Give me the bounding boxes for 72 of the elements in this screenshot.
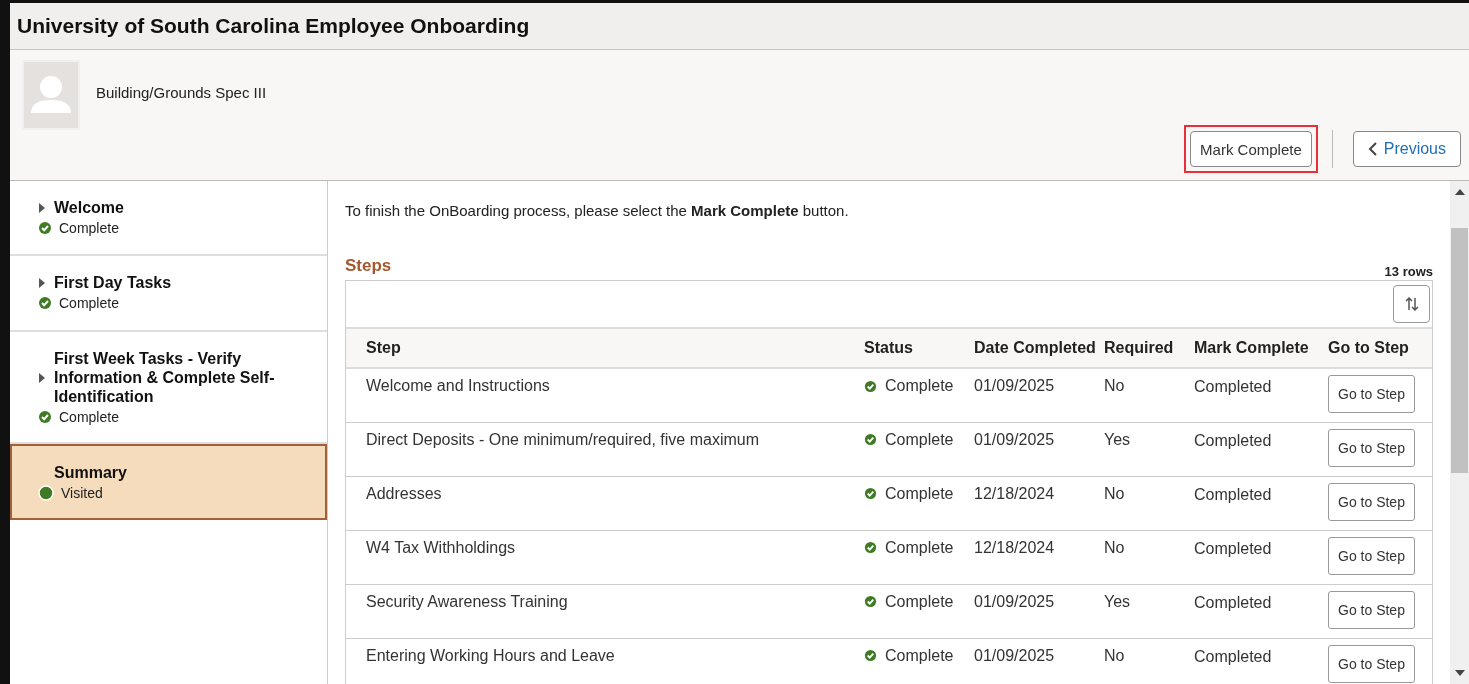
go-to-step-button[interactable]: Go to Step (1328, 536, 1415, 575)
check-circle-icon (864, 379, 877, 393)
sidebar-item-label: First Day Tasks (54, 273, 172, 292)
date-text: 01/09/2025 (974, 377, 1055, 394)
date-text: 01/09/2025 (974, 646, 1055, 664)
column-header: Required (1104, 339, 1174, 356)
step-name: Welcome and Instructions (366, 377, 550, 394)
date-text: 01/09/2025 (974, 592, 1055, 610)
date-text: 12/18/2024 (974, 484, 1055, 502)
required-text: No (1104, 538, 1125, 556)
sidebar-item[interactable]: Welcome Complete (10, 181, 327, 256)
status-text: Complete (885, 538, 954, 557)
required-text: No (1104, 646, 1125, 664)
status-text: Complete (885, 484, 954, 503)
go-to-step-button[interactable]: Go to Step (1328, 590, 1415, 629)
go-to-step-button[interactable]: Go to Step (1328, 428, 1415, 467)
scroll-up-icon[interactable] (1454, 189, 1465, 195)
step-name: Security Awareness Training (366, 592, 568, 610)
go-to-step-button[interactable]: Go to Step (1328, 644, 1415, 683)
sidebar-item-label: First Week Tasks - Verify Information & Complete Self-Identification (54, 349, 276, 406)
column-header: Step (366, 339, 401, 356)
go-to-step-button[interactable]: Go to Step (1328, 375, 1415, 413)
scrollbar[interactable] (1450, 181, 1469, 684)
mark-complete-text: Completed (1194, 593, 1272, 611)
sidebar-item-label: Summary (54, 463, 127, 482)
mark-complete-text: Completed (1194, 539, 1272, 557)
status-text: Complete (59, 409, 119, 425)
job-title: Building/Grounds Spec III (96, 84, 267, 101)
required-text: Yes (1104, 430, 1131, 448)
mark-complete-text: Completed (1194, 485, 1272, 503)
date-text: 01/09/2025 (974, 430, 1055, 448)
status-text: Complete (885, 592, 954, 611)
mark-complete-text: Completed (1194, 431, 1272, 449)
instruction-text: To finish the OnBoarding process, please select the Mark Complete button. (345, 202, 850, 219)
status-text: Complete (59, 220, 119, 236)
step-name: Addresses (366, 484, 442, 502)
step-name: W4 Tax Withholdings (366, 538, 516, 556)
status-text: Complete (59, 295, 119, 311)
check-circle-icon (864, 649, 877, 662)
go-to-step-button[interactable]: Go to Step (1328, 482, 1415, 521)
check-circle-icon (864, 487, 877, 500)
avatar-icon (22, 60, 80, 130)
step-name: Entering Working Hours and Leave (366, 646, 615, 664)
check-circle-icon (864, 595, 877, 608)
status-text: Complete (885, 646, 954, 665)
status-text: Complete (885, 430, 954, 449)
column-header: Date Completed (974, 339, 1096, 356)
scroll-down-icon[interactable] (1454, 670, 1465, 676)
date-text: 12/18/2024 (974, 538, 1055, 556)
step-name: Direct Deposits - One minimum/required, five maximum (366, 430, 759, 448)
sidebar-item-label: Welcome (54, 198, 124, 217)
required-text: No (1104, 484, 1125, 502)
column-header: Go to Step (1328, 339, 1409, 356)
check-circle-icon (864, 541, 877, 554)
column-header: Status (864, 339, 913, 356)
check-circle-icon (864, 433, 877, 446)
mark-complete-button[interactable]: Mark Complete (1190, 131, 1312, 167)
window-title: University of South Carolina Employee Onboarding (17, 14, 530, 38)
required-text: Yes (1104, 592, 1131, 610)
section-title: Steps (345, 256, 392, 276)
column-header: Mark Complete (1194, 339, 1309, 356)
row-count: 13 rows (1384, 264, 1433, 279)
status-text: Complete (885, 377, 954, 395)
mark-complete-text: Completed (1194, 378, 1272, 395)
chevron-left-icon (1367, 141, 1378, 157)
previous-button[interactable]: Previous (1352, 131, 1461, 167)
required-text: No (1104, 377, 1125, 394)
sidebar-item[interactable]: Summary Visited (10, 444, 327, 520)
sidebar-item[interactable]: First Day Tasks Complete (10, 256, 327, 332)
mark-complete-text: Completed (1194, 647, 1272, 665)
status-text: Visited (61, 485, 103, 501)
sort-button[interactable] (1393, 285, 1430, 323)
